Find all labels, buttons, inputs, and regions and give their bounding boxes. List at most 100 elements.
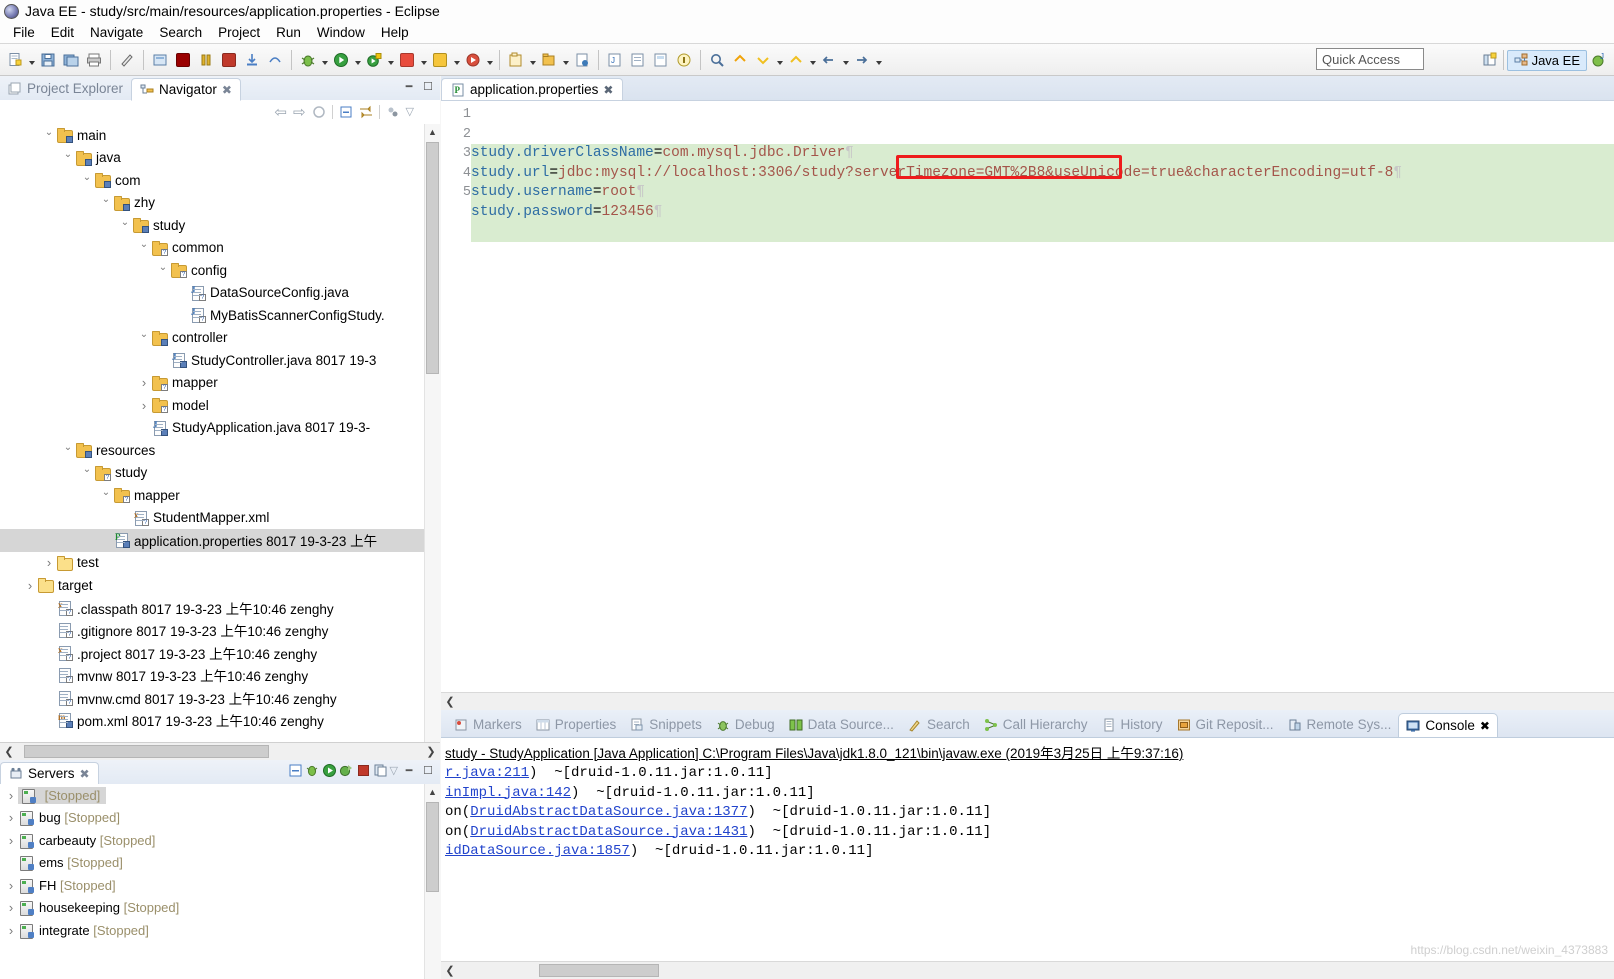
collapse-all-icon[interactable] (339, 105, 353, 119)
tree-row[interactable]: zhy (0, 192, 440, 215)
prev-annotation-dropdown-icon[interactable] (808, 48, 817, 72)
run-button[interactable] (330, 48, 352, 72)
bottom-tab-call-hierarchy[interactable]: Call Hierarchy (977, 712, 1095, 737)
profile-server-icon[interactable] (339, 763, 353, 777)
twisty-expanded-icon[interactable] (61, 445, 75, 456)
tree-row[interactable]: com (0, 169, 440, 192)
coverage-button[interactable] (396, 48, 418, 72)
debug-dropdown-icon[interactable] (320, 48, 329, 72)
debug-server-icon[interactable] (305, 763, 319, 777)
menu-search[interactable]: Search (152, 24, 209, 41)
new-class-button[interactable] (571, 48, 593, 72)
server-row[interactable]: FH [Stopped] (0, 874, 440, 897)
navigator-vertical-scrollbar[interactable]: ▲ (424, 124, 440, 742)
debug-button[interactable] (297, 48, 319, 72)
close-icon[interactable]: ✖ (222, 83, 232, 97)
minimize-icon[interactable]: ━ (401, 762, 417, 778)
tree-row[interactable]: ? mapper (0, 484, 440, 507)
last-edit-button[interactable] (729, 48, 751, 72)
server-run-dropdown-icon[interactable] (485, 48, 494, 72)
twisty-collapsed-icon[interactable] (4, 833, 18, 848)
tree-row[interactable]: main (0, 124, 440, 147)
tree-row[interactable]: resources (0, 439, 440, 462)
tree-row[interactable]: x? StudentMapper.xml (0, 507, 440, 530)
twisty-collapsed-icon[interactable] (4, 788, 18, 803)
server-row[interactable]: ems [Stopped] (0, 852, 440, 875)
tab-application-properties[interactable]: P application.properties ✖ (441, 78, 624, 101)
close-icon[interactable]: ✖ (1480, 719, 1490, 733)
save-all-button[interactable] (60, 48, 82, 72)
new-java-project-dropdown-icon[interactable] (528, 48, 537, 72)
tree-row[interactable]: m pom.xml 8017 19-3-23 上午10:46 zenghy (0, 709, 440, 732)
console-hscroll-thumb[interactable] (539, 964, 659, 977)
publish-icon[interactable] (373, 763, 387, 777)
up-nav-icon[interactable] (312, 105, 326, 119)
tree-row[interactable]: ? mvnw.cmd 8017 19-3-23 上午10:46 zenghy (0, 687, 440, 710)
view-menu-icon[interactable] (386, 105, 400, 119)
scroll-up-icon[interactable]: ▲ (425, 124, 440, 140)
tree-row[interactable]: ? mvnw 8017 19-3-23 上午10:46 zenghy (0, 664, 440, 687)
pause-button[interactable] (195, 48, 217, 72)
navigator-horizontal-scrollbar[interactable]: ❮ ❯ (0, 742, 440, 760)
twisty-collapsed-icon[interactable] (4, 878, 18, 893)
run-dropdown-icon[interactable] (353, 48, 362, 72)
twisty-expanded-icon[interactable] (137, 332, 151, 343)
tab-project-explorer[interactable]: Project Explorer (0, 77, 131, 100)
twisty-collapsed-icon[interactable] (42, 555, 56, 570)
tree-row[interactable]: Papplication.properties 8017 19-3-23 上午 (0, 529, 440, 552)
new-dropdown-icon[interactable] (27, 48, 36, 72)
profile-button[interactable] (429, 48, 451, 72)
tree-row[interactable]: test (0, 552, 440, 575)
bottom-tab-search[interactable]: Search (901, 712, 977, 737)
bottom-tab-properties[interactable]: Properties (529, 712, 624, 737)
navigator-scroll-thumb[interactable] (426, 142, 439, 374)
tree-row[interactable]: controller (0, 327, 440, 350)
twisty-expanded-icon[interactable] (80, 467, 94, 478)
open-resource-button[interactable] (627, 48, 649, 72)
tree-row[interactable]: J StudyController.java 8017 19-3 (0, 349, 440, 372)
bottom-tab-markers[interactable]: Markers (447, 712, 529, 737)
twisty-expanded-icon[interactable] (99, 197, 113, 208)
menu-project[interactable]: Project (211, 24, 267, 41)
forward-button[interactable] (851, 48, 873, 72)
annotations-button[interactable] (673, 48, 695, 72)
new-package-button[interactable] (538, 48, 560, 72)
print-button[interactable] (83, 48, 105, 72)
new-java-project-button[interactable] (505, 48, 527, 72)
tree-row[interactable]: ? common (0, 237, 440, 260)
close-icon[interactable]: ✖ (603, 83, 613, 97)
scroll-left-icon[interactable]: ❮ (441, 962, 459, 979)
console-hscroll-track[interactable] (459, 964, 1614, 977)
console-horizontal-scrollbar[interactable]: ❮ (441, 961, 1614, 979)
menu-navigate[interactable]: Navigate (83, 24, 150, 41)
forward-nav-icon[interactable]: ⇨ (293, 103, 306, 121)
terminate-button[interactable] (172, 48, 194, 72)
tree-row[interactable]: J StudyApplication.java 8017 19-3- (0, 417, 440, 440)
servers-vertical-scrollbar[interactable]: ▲ (424, 784, 440, 979)
coverage-dropdown-icon[interactable] (419, 48, 428, 72)
editor-code-content[interactable]: study.driverClassName=com.mysql.jdbc.Dri… (471, 101, 1614, 692)
navigator-hscroll-track[interactable] (18, 745, 422, 758)
tree-row[interactable]: study (0, 214, 440, 237)
step-into-button[interactable] (241, 48, 263, 72)
forward-dropdown-icon[interactable] (874, 48, 883, 72)
tab-navigator[interactable]: Navigator ✖ (131, 78, 241, 101)
console-stack-link[interactable]: DruidAbstractDataSource.java:1431 (470, 824, 747, 840)
run-external-button[interactable] (363, 48, 385, 72)
step-over-button[interactable] (264, 48, 286, 72)
tree-row[interactable]: target (0, 574, 440, 597)
start-server-icon[interactable] (322, 763, 336, 777)
tree-row[interactable]: ? model (0, 394, 440, 417)
open-perspective-button[interactable] (650, 48, 672, 72)
tree-row[interactable]: x? .project 8017 19-3-23 上午10:46 zenghy (0, 642, 440, 665)
new-package-dropdown-icon[interactable] (561, 48, 570, 72)
collapse-all-icon[interactable] (288, 763, 302, 777)
open-perspective-icon[interactable] (1480, 50, 1500, 70)
close-icon[interactable]: ✖ (80, 767, 90, 781)
console-stack-link[interactable]: idDataSource.java:1857 (445, 843, 630, 859)
view-menu-chevron-icon[interactable]: ▽ (390, 764, 398, 777)
menu-edit[interactable]: Edit (44, 24, 81, 41)
back-dropdown-icon[interactable] (841, 48, 850, 72)
menu-run[interactable]: Run (269, 24, 308, 41)
maximize-icon[interactable]: ☐ (420, 762, 436, 778)
